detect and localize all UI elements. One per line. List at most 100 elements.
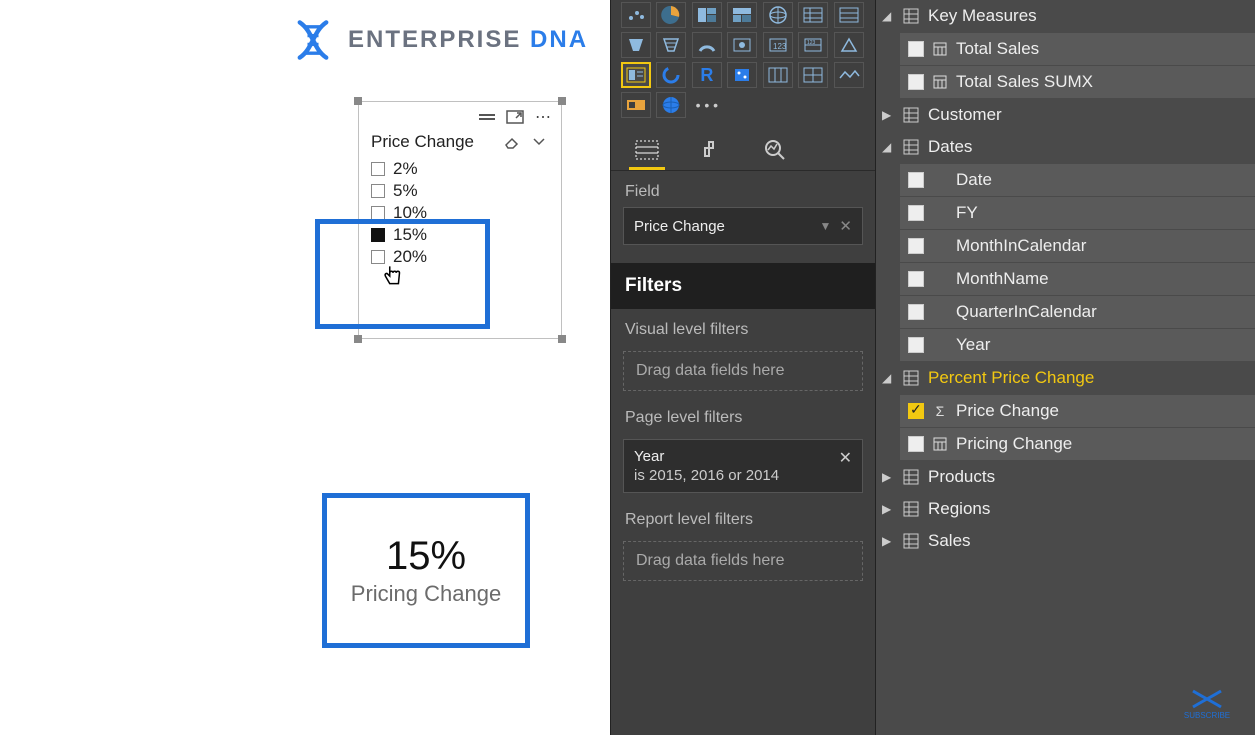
slicer-header: Price Change xyxy=(359,128,561,156)
resize-handle[interactable] xyxy=(558,97,566,105)
viz-slicer-icon[interactable] xyxy=(621,62,651,88)
viz-kpi-icon[interactable] xyxy=(727,32,757,58)
viz-funnel-b-icon[interactable] xyxy=(656,32,686,58)
chevron-down-icon[interactable] xyxy=(529,134,549,150)
field-year[interactable]: Year xyxy=(900,329,1255,361)
checkbox[interactable] xyxy=(371,228,385,242)
viz-grid-b-icon[interactable] xyxy=(798,62,828,88)
report-filters-dropzone[interactable]: Drag data fields here xyxy=(623,541,863,581)
table-regions[interactable]: ▶Regions xyxy=(876,493,1255,525)
field-monthname[interactable]: MonthName xyxy=(900,263,1255,295)
viz-matrix-icon[interactable] xyxy=(798,2,828,28)
analytics-tab[interactable] xyxy=(757,132,793,170)
caret-right-icon[interactable]: ▶ xyxy=(882,534,894,548)
field-monthincalendar[interactable]: MonthInCalendar xyxy=(900,230,1255,262)
caret-right-icon[interactable]: ▶ xyxy=(882,108,894,122)
visual-filters-dropzone[interactable]: Drag data fields here xyxy=(623,351,863,391)
viz-num-multi-icon[interactable]: 123 xyxy=(798,32,828,58)
field-price-change[interactable]: ΣPrice Change xyxy=(900,395,1255,427)
slicer-visual[interactable]: ⋯ Price Change 2%5%10%15%20% xyxy=(358,101,562,339)
caret-right-icon[interactable]: ▶ xyxy=(882,502,894,516)
caret-down-icon[interactable]: ◢ xyxy=(882,9,894,23)
field-well[interactable]: Price Change ▼ ✕ xyxy=(623,207,863,245)
field-date[interactable]: Date xyxy=(900,164,1255,196)
caret-down-icon[interactable]: ◢ xyxy=(882,140,894,154)
checkbox[interactable] xyxy=(908,172,924,188)
slicer-item-label: 10% xyxy=(393,203,427,223)
more-options-icon[interactable]: ⋯ xyxy=(533,109,553,125)
slicer-item[interactable]: 20% xyxy=(371,246,549,268)
checkbox[interactable] xyxy=(371,250,385,264)
checkbox[interactable] xyxy=(908,403,924,419)
checkbox[interactable] xyxy=(908,271,924,287)
table-key-measures[interactable]: ◢Key Measures xyxy=(876,0,1255,32)
table-customer[interactable]: ▶Customer xyxy=(876,99,1255,131)
slicer-item[interactable]: 2% xyxy=(371,158,549,180)
caret-right-icon[interactable]: ▶ xyxy=(882,470,894,484)
table-products[interactable]: ▶Products xyxy=(876,461,1255,493)
field-pricing-change[interactable]: Pricing Change xyxy=(900,428,1255,460)
viz-scatter-icon[interactable] xyxy=(621,2,651,28)
viz-more-icon[interactable]: • • • xyxy=(692,92,722,118)
remove-filter-icon[interactable]: ✕ xyxy=(839,448,852,468)
table-percent-price-change[interactable]: ◢Percent Price Change xyxy=(876,362,1255,394)
viz-globe-icon[interactable] xyxy=(763,2,793,28)
filters-header: Filters xyxy=(611,263,875,309)
checkbox[interactable] xyxy=(371,184,385,198)
viz-python-icon[interactable] xyxy=(727,62,757,88)
viz-triangle-icon[interactable] xyxy=(834,32,864,58)
pane-tabs xyxy=(611,126,875,171)
table-icon xyxy=(902,468,920,486)
card-visual[interactable]: 15% Pricing Change xyxy=(322,493,530,648)
viz-kpi-box-icon[interactable] xyxy=(621,92,651,118)
viz-table-icon[interactable] xyxy=(834,2,864,28)
viz-spark-icon[interactable] xyxy=(834,62,864,88)
table-dates[interactable]: ◢ Dates xyxy=(876,131,1255,163)
viz-grid-a-icon[interactable] xyxy=(763,62,793,88)
checkbox[interactable] xyxy=(908,238,924,254)
resize-handle[interactable] xyxy=(558,335,566,343)
field-quarterincalendar[interactable]: QuarterInCalendar xyxy=(900,296,1255,328)
viz-num-card-icon[interactable]: 123 xyxy=(763,32,793,58)
table-label: Dates xyxy=(928,137,972,157)
field-total-sales-sumx[interactable]: Total Sales SUMX xyxy=(900,66,1255,98)
drag-handle-icon[interactable] xyxy=(477,109,497,125)
fields-tab[interactable] xyxy=(629,132,665,170)
resize-handle[interactable] xyxy=(354,97,362,105)
viz-treemap-a-icon[interactable] xyxy=(692,2,722,28)
caret-down-icon[interactable]: ◢ xyxy=(882,371,894,385)
filter-subtitle: is 2015, 2016 or 2014 xyxy=(634,467,852,484)
checkbox[interactable] xyxy=(371,162,385,176)
chevron-down-icon[interactable]: ▼ xyxy=(820,219,832,233)
field-total-sales[interactable]: Total Sales xyxy=(900,33,1255,65)
checkbox[interactable] xyxy=(908,337,924,353)
viz-pie-icon[interactable] xyxy=(656,2,686,28)
remove-field-icon[interactable]: ✕ xyxy=(839,217,852,235)
focus-mode-icon[interactable] xyxy=(505,109,525,125)
checkbox[interactable] xyxy=(908,436,924,452)
resize-handle[interactable] xyxy=(354,335,362,343)
slicer-item-label: 2% xyxy=(393,159,418,179)
page-filter-chip[interactable]: ✕ Year is 2015, 2016 or 2014 xyxy=(623,439,863,493)
viz-globe2-icon[interactable] xyxy=(656,92,686,118)
checkbox[interactable] xyxy=(908,74,924,90)
field-fy[interactable]: FY xyxy=(900,197,1255,229)
viz-funnel-a-icon[interactable] xyxy=(621,32,651,58)
slicer-item[interactable]: 10% xyxy=(371,202,549,224)
checkbox[interactable] xyxy=(908,205,924,221)
slicer-item[interactable]: 5% xyxy=(371,180,549,202)
eraser-icon[interactable] xyxy=(501,134,521,150)
table-sales[interactable]: ▶ Sales xyxy=(876,525,1255,557)
viz-r-icon[interactable]: R xyxy=(692,62,722,88)
checkbox[interactable] xyxy=(908,41,924,57)
format-tab[interactable] xyxy=(693,132,729,170)
slicer-item[interactable]: 15% xyxy=(371,224,549,246)
viz-treemap-b-icon[interactable] xyxy=(727,2,757,28)
table-label: Sales xyxy=(928,531,971,551)
checkbox[interactable] xyxy=(908,304,924,320)
checkbox[interactable] xyxy=(371,206,385,220)
viz-gauge-icon[interactable] xyxy=(692,32,722,58)
viz-donut-icon[interactable] xyxy=(656,62,686,88)
card-label: Pricing Change xyxy=(351,581,501,607)
subscribe-badge[interactable]: SUBSCRIBE xyxy=(1177,681,1237,725)
